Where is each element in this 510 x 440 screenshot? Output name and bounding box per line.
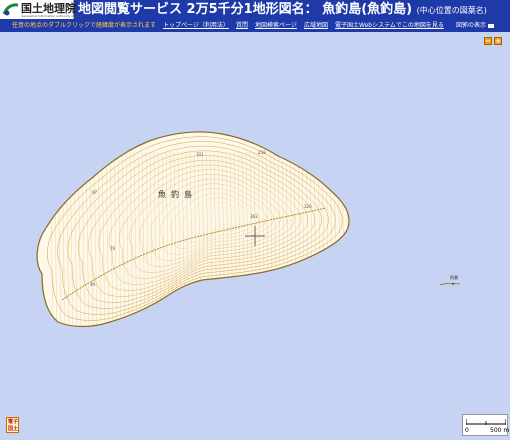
- svg-text:97: 97: [92, 190, 98, 195]
- plus-icon: +: [495, 37, 501, 45]
- nav-link-wide-area-map[interactable]: 広域地図: [304, 19, 328, 32]
- gsi-logo[interactable]: 国土地理院 Geospatial Information Authority o…: [0, 0, 83, 19]
- island-name-label: 魚釣島: [158, 189, 197, 199]
- scale-max-label: 500 m: [490, 427, 510, 434]
- stamp-text-top: 電子: [8, 419, 19, 425]
- toggle-sheet-border[interactable]: 図郭の表示: [456, 19, 495, 32]
- stamp-text-bottom: 国土: [8, 426, 19, 432]
- svg-text:魚釣島: 魚釣島: [158, 189, 197, 199]
- nav-link-denshi-kokudo[interactable]: 電子国土Webシステムでこの地図を見る: [335, 19, 444, 32]
- header-bar: 国土地理院 Geospatial Information Authority o…: [0, 0, 510, 32]
- zoom-in-button[interactable]: +: [494, 37, 502, 45]
- slope-line: [341, 151, 346, 327]
- org-sub: Geospatial Information Authority of Japa…: [21, 14, 84, 18]
- topographic-map[interactable]: 魚釣島 363 320 258 101 97 76 49 飛瀬: [0, 32, 510, 440]
- page-title: 地図閲覧サービス 2万5千分1地形図名： 魚釣島(魚釣島) (中心位置の図葉名): [78, 2, 487, 19]
- title-main: 地図閲覧サービス 2万5千分1地形図名： 魚釣島(魚釣島): [78, 2, 413, 17]
- double-click-hint: 任意の地点のダブルクリックで経緯度が表示されます: [12, 22, 157, 29]
- zoom-out-button[interactable]: −: [484, 37, 492, 45]
- minus-icon: −: [485, 37, 491, 45]
- nav-bar: 任意の地点のダブルクリックで経緯度が表示されます トップページ（利用法） 質問 …: [0, 19, 510, 32]
- title-suffix: (中心位置の図葉名): [416, 6, 487, 15]
- nav-link-top-page[interactable]: トップページ（利用法）: [163, 19, 229, 32]
- denshi-kokudo-stamp[interactable]: 電子 国土: [6, 417, 19, 433]
- scale-bar: [466, 419, 506, 425]
- toggle-sheet-border-label: 図郭の表示: [456, 22, 487, 29]
- slope-line: [345, 151, 350, 327]
- svg-text:101: 101: [196, 152, 204, 157]
- svg-text:363: 363: [250, 214, 258, 219]
- tobise-islet: 飛瀬: [439, 274, 461, 286]
- svg-text:258: 258: [258, 150, 266, 155]
- nav-link-map-search[interactable]: 地図検索ページ: [255, 19, 297, 32]
- nav-link-faq[interactable]: 質問: [236, 19, 248, 32]
- svg-text:76: 76: [110, 246, 116, 251]
- scale-bar-box: 0 500 m: [462, 414, 510, 436]
- slope-line: [337, 151, 342, 327]
- scale-zero-label: 0: [465, 427, 469, 434]
- svg-text:飛瀬: 飛瀬: [450, 274, 458, 280]
- checkbox-icon: [488, 23, 495, 28]
- svg-text:49: 49: [90, 282, 96, 287]
- map-viewport[interactable]: 魚釣島 363 320 258 101 97 76 49 飛瀬 − + 0 50…: [0, 32, 510, 440]
- svg-text:320: 320: [304, 204, 312, 209]
- gsi-logo-icon: [2, 3, 19, 16]
